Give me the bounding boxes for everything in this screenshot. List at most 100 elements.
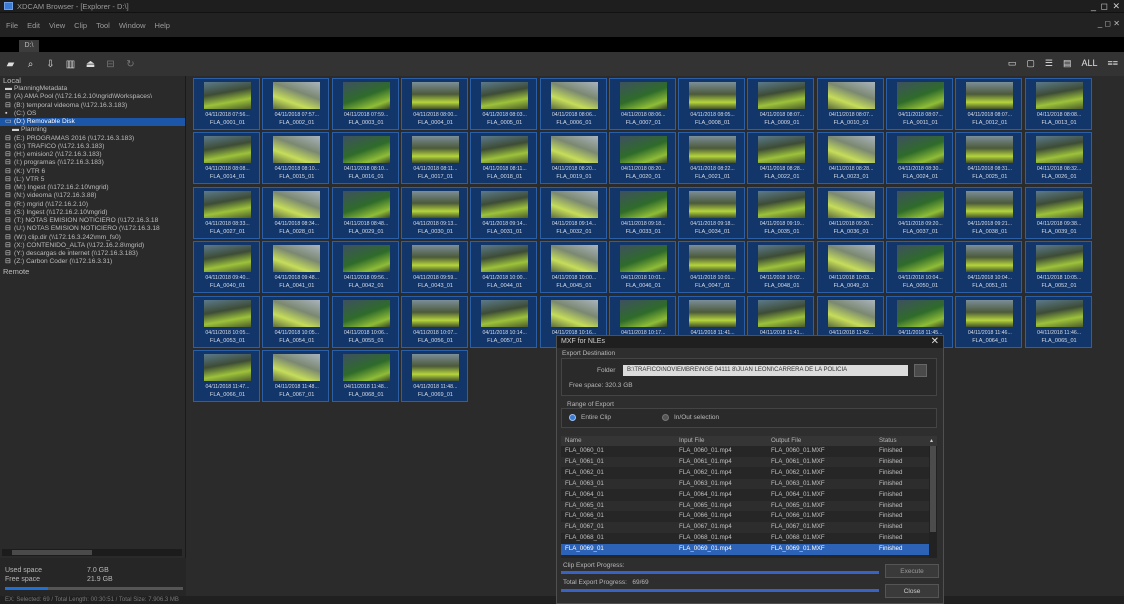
clip-thumbnail[interactable]: 04/11/2018 09:38... FLA_0039_01 <box>1024 186 1092 239</box>
sidebar-item[interactable]: ⊟ (X:) CONTENIDO_ALTA (\\172.16.2.8\mgrid… <box>0 242 185 250</box>
sidebar-item[interactable]: ⊟ (H:) emision2 (\\172.16.3.183) <box>0 151 185 159</box>
col-output-header[interactable]: Output File <box>771 436 801 446</box>
clip-thumbnail[interactable]: 04/11/2018 09:20... FLA_0036_01 <box>816 186 884 239</box>
clip-thumbnail[interactable]: 04/11/2018 08:32... FLA_0026_01 <box>1024 132 1092 185</box>
show-all-button[interactable]: ALL <box>1081 58 1097 69</box>
sidebar-item[interactable]: ⊟ (N:) videoma (\\172.16.3.88) <box>0 192 185 200</box>
clip-thumbnail[interactable]: 04/11/2018 11:48... FLA_0067_01 <box>262 350 330 402</box>
open-folder-icon[interactable]: ▰ <box>5 59 16 70</box>
clip-thumbnail[interactable]: 04/11/2018 08:20... FLA_0020_01 <box>608 132 676 185</box>
sidebar-item[interactable]: ▪ (C:) OS <box>0 110 185 118</box>
scroll-up-icon[interactable]: ▴ <box>930 436 933 446</box>
clip-thumbnail[interactable]: 04/11/2018 08:07... FLA_0010_01 <box>816 78 884 130</box>
menu-edit[interactable]: Edit <box>27 21 40 30</box>
clip-thumbnail[interactable]: 04/11/2018 08:00... FLA_0004_01 <box>400 78 468 130</box>
sidebar-item[interactable]: ⊟ (Y:) descargas de internet (\\172.16.3.… <box>0 250 185 258</box>
clip-thumbnail[interactable]: 04/11/2018 10:01... FLA_0046_01 <box>608 241 676 294</box>
clip-thumbnail[interactable]: 04/11/2018 08:30... FLA_0024_01 <box>886 132 953 185</box>
filmstrip-icon[interactable]: ▤ <box>1063 58 1072 69</box>
clip-thumbnail[interactable]: 04/11/2018 08:10... FLA_0016_01 <box>331 132 399 185</box>
col-name-header[interactable]: Name <box>565 436 582 446</box>
table-row[interactable]: FLA_0064_01 FLA_0064_01.mp4 FLA_0064_01.MX… <box>561 490 929 501</box>
clip-thumbnail[interactable]: 04/11/2018 07:56... FLA_0001_01 <box>193 78 260 130</box>
clip-thumbnail[interactable]: 04/11/2018 08:22... FLA_0021_01 <box>678 132 746 185</box>
clip-thumbnail[interactable]: 04/11/2018 10:04... FLA_0051_01 <box>955 241 1023 294</box>
clip-thumbnail[interactable]: 04/11/2018 08:33... FLA_0027_01 <box>193 186 260 239</box>
clip-thumbnail[interactable]: 04/11/2018 10:02... FLA_0048_01 <box>747 241 815 294</box>
clip-thumbnail[interactable]: 04/11/2018 10:07... FLA_0056_01 <box>400 295 468 348</box>
sidebar-item[interactable]: ⊟ (A) AMA Pool (\\172.16.2.10\ngrid\Works… <box>0 93 185 101</box>
sidebar-item[interactable]: ⊟ (I:) programas (\\172.16.3.183) <box>0 159 185 167</box>
clip-thumbnail[interactable]: 04/11/2018 11:46... FLA_0064_01 <box>955 295 1023 348</box>
clip-thumbnail[interactable]: 04/11/2018 08:03... FLA_0005_01 <box>470 78 538 130</box>
table-row[interactable]: FLA_0061_01 FLA_0061_01.mp4 FLA_0061_01.MX… <box>561 456 929 468</box>
clip-thumbnail[interactable]: 04/11/2018 08:34... FLA_0028_01 <box>262 186 330 239</box>
search-icon[interactable]: ⌕ <box>25 59 36 70</box>
clip-thumbnail[interactable]: 04/11/2018 08:07... FLA_0012_01 <box>955 78 1023 130</box>
execute-button[interactable]: Execute <box>885 564 939 578</box>
clip-thumbnail[interactable]: 04/11/2018 09:56... FLA_0042_01 <box>331 241 399 294</box>
menu-help[interactable]: Help <box>155 21 170 30</box>
sidebar-item[interactable]: ⊟ (S:) Ingest (\\172.16.2.10\mgrid) <box>0 209 185 217</box>
sidebar-item[interactable]: ▭ (D:) Removable Disk <box>0 118 185 127</box>
clip-thumbnail[interactable]: 04/11/2018 08:05... FLA_0008_01 <box>678 78 746 130</box>
clip-thumbnail[interactable]: 04/11/2018 10:03... FLA_0049_01 <box>816 241 884 294</box>
clip-thumbnail[interactable]: 04/11/2018 11:46... FLA_0065_01 <box>1024 295 1092 348</box>
clip-thumbnail[interactable]: 04/11/2018 09:18... FLA_0033_01 <box>608 186 676 239</box>
clip-thumbnail[interactable]: 04/11/2018 08:28... FLA_0022_01 <box>747 132 815 185</box>
table-row[interactable]: FLA_0067_01 FLA_0067_01.mp4 FLA_0067_01.MX… <box>561 522 929 533</box>
clip-thumbnail[interactable]: 04/11/2018 09:40... FLA_0040_01 <box>193 241 260 294</box>
menu-file[interactable]: File <box>6 21 18 30</box>
sidebar-item[interactable]: ⊟ (R:) mgrid (\\172.16.2.10) <box>0 201 185 209</box>
clip-thumbnail[interactable]: 04/11/2018 10:06... FLA_0055_01 <box>331 295 399 348</box>
export-icon[interactable]: ▢ <box>1026 58 1035 69</box>
clip-thumbnail[interactable]: 04/11/2018 08:08... FLA_0014_01 <box>193 132 260 185</box>
sidebar-item[interactable]: ⊟ (B:) temporal videoma (\\172.16.3.183) <box>0 102 185 110</box>
inout-selection-radio[interactable] <box>662 414 669 421</box>
window-controls[interactable]: _ ◻ ✕ <box>1091 1 1121 12</box>
clip-thumbnail[interactable]: 04/11/2018 10:01... FLA_0047_01 <box>678 241 746 294</box>
sidebar-item[interactable]: ⊟ (W:) clip.dir (\\172.16.3.242\mm_fs0) <box>0 234 185 242</box>
clip-thumbnail[interactable]: 04/11/2018 09:18... FLA_0034_01 <box>678 186 746 239</box>
col-input-header[interactable]: Input File <box>679 436 704 446</box>
sidebar-item[interactable]: ⊟ (G:) TRAFICO (\\172.16.3.183) <box>0 143 185 151</box>
menu-clip[interactable]: Clip <box>74 21 87 30</box>
clip-thumbnail[interactable]: 04/11/2018 10:05... FLA_0054_01 <box>262 295 330 348</box>
table-row[interactable]: FLA_0063_01 FLA_0063_01.mp4 FLA_0063_01.MX… <box>561 478 929 490</box>
table-row[interactable]: FLA_0065_01 FLA_0065_01.mp4 FLA_0065_01.MX… <box>561 500 929 512</box>
menu-tool[interactable]: Tool <box>96 21 110 30</box>
clip-thumbnail[interactable]: 04/11/2018 10:05... FLA_0052_01 <box>1024 241 1092 294</box>
clip-thumbnail[interactable]: 04/11/2018 11:48... FLA_0068_01 <box>331 350 399 402</box>
clip-thumbnail[interactable]: 04/11/2018 08:07... FLA_0009_01 <box>747 78 815 130</box>
eject-icon[interactable]: ⏏ <box>85 59 96 70</box>
menu-view[interactable]: View <box>49 21 65 30</box>
clip-thumbnail[interactable]: 04/11/2018 08:06... FLA_0006_01 <box>539 78 607 130</box>
clip-thumbnail[interactable]: 04/11/2018 08:28... FLA_0023_01 <box>816 132 884 185</box>
mdi-controls[interactable]: _ ◻ ✕ <box>1098 19 1120 28</box>
monitor-icon[interactable]: ▭ <box>1008 58 1017 69</box>
thumbnail-view-icon[interactable]: ≡≡ <box>1107 58 1118 69</box>
menu-window[interactable]: Window <box>119 21 146 30</box>
clip-thumbnail[interactable]: 04/11/2018 11:48... FLA_0069_01 <box>400 350 468 402</box>
tab-explorer-d[interactable]: D:\ <box>19 40 39 52</box>
clip-thumbnail[interactable]: 04/11/2018 09:14... FLA_0031_01 <box>470 186 538 239</box>
sidebar-item[interactable]: ⊟ (U:) NOTAS EMISION NOTICIERO (\\172.16.… <box>0 225 185 233</box>
table-row[interactable]: FLA_0062_01 FLA_0062_01.mp4 FLA_0062_01.MX… <box>561 468 929 479</box>
clip-thumbnail[interactable]: 04/11/2018 07:59... FLA_0003_01 <box>331 78 399 130</box>
scrollbar-thumb[interactable] <box>12 550 92 555</box>
clip-thumbnail[interactable]: 04/11/2018 10:00... FLA_0045_01 <box>539 241 607 294</box>
delete-icon[interactable]: ▥ <box>65 59 76 70</box>
table-scroll-thumb[interactable] <box>930 446 936 532</box>
clip-thumbnail[interactable]: 04/11/2018 08:08... FLA_0013_01 <box>1024 78 1092 130</box>
clip-thumbnail[interactable]: 04/11/2018 10:14... FLA_0057_01 <box>470 295 538 348</box>
clip-thumbnail[interactable]: 04/11/2018 10:04... FLA_0050_01 <box>886 241 953 294</box>
collapse-icon[interactable]: ⊟ <box>105 59 116 70</box>
clip-thumbnail[interactable]: 04/11/2018 10:00... FLA_0044_01 <box>470 241 538 294</box>
clip-thumbnail[interactable]: 04/11/2018 09:14... FLA_0032_01 <box>539 186 607 239</box>
clip-thumbnail[interactable]: 04/11/2018 10:05... FLA_0053_01 <box>193 295 260 348</box>
col-status-header[interactable]: Status <box>879 436 897 446</box>
clip-thumbnail[interactable]: 04/11/2018 08:06... FLA_0007_01 <box>608 78 676 130</box>
sidebar-item[interactable]: ⊟ (M:) Ingest (\\172.16.2.10\mgrid) <box>0 184 185 192</box>
clip-thumbnail[interactable]: 04/11/2018 08:07... FLA_0011_01 <box>886 78 953 130</box>
clip-thumbnail[interactable]: 04/11/2018 08:20... FLA_0019_01 <box>539 132 607 185</box>
